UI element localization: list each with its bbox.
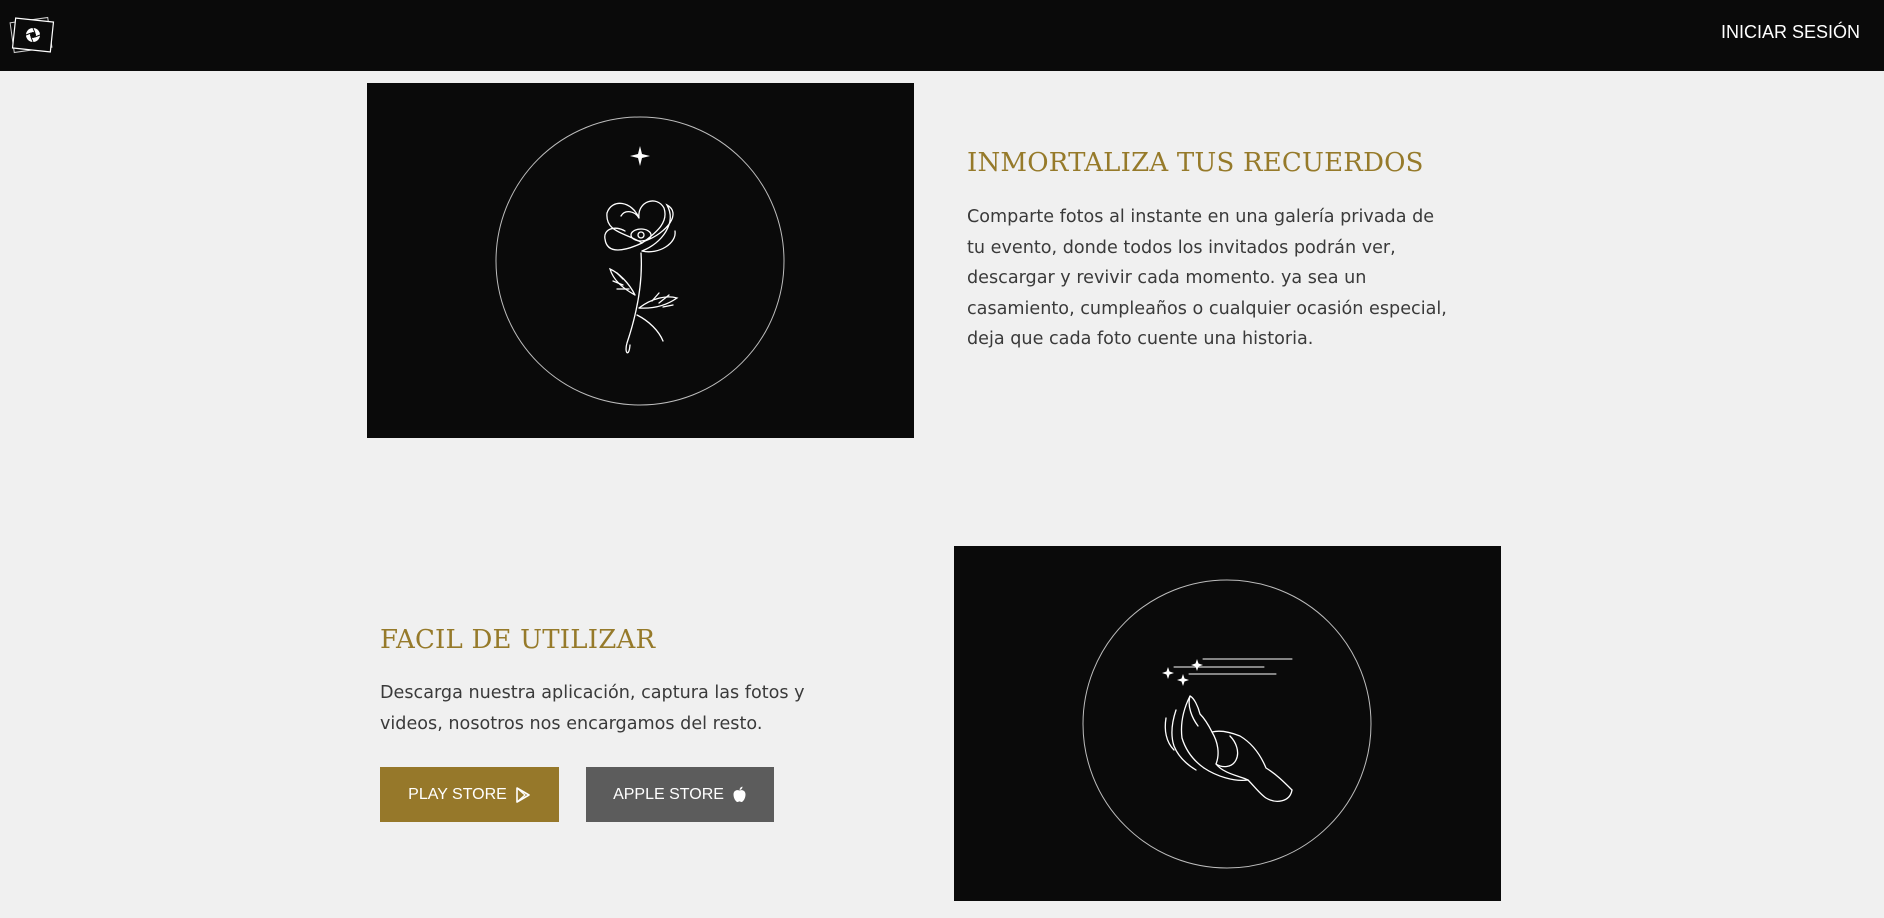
login-link[interactable]: INICIAR SESIÓN (1721, 22, 1860, 43)
section-title-easy: FACIL DE UTILIZAR (380, 625, 656, 655)
apple-store-button[interactable]: APPLE STORE (586, 767, 774, 822)
hand-with-sparkles-icon (1082, 579, 1372, 869)
section-title-memories: INMORTALIZA TUS RECUERDOS (967, 148, 1424, 178)
google-play-icon (515, 786, 531, 803)
section-description-memories: Comparte fotos al instante en una galerí… (967, 207, 1447, 349)
logo-icon[interactable] (9, 15, 55, 55)
flower-in-circle-icon (495, 116, 785, 406)
top-navbar: INICIAR SESIÓN (0, 0, 1884, 71)
flower-illustration (367, 83, 914, 438)
hand-illustration (954, 546, 1501, 901)
play-store-button-label: PLAY STORE (408, 785, 507, 803)
section-description-easy: Descarga nuestra aplicación, captura las… (380, 683, 805, 734)
play-store-button[interactable]: PLAY STORE (380, 767, 559, 822)
apple-store-button-label: APPLE STORE (613, 785, 724, 803)
apple-icon (732, 786, 747, 803)
